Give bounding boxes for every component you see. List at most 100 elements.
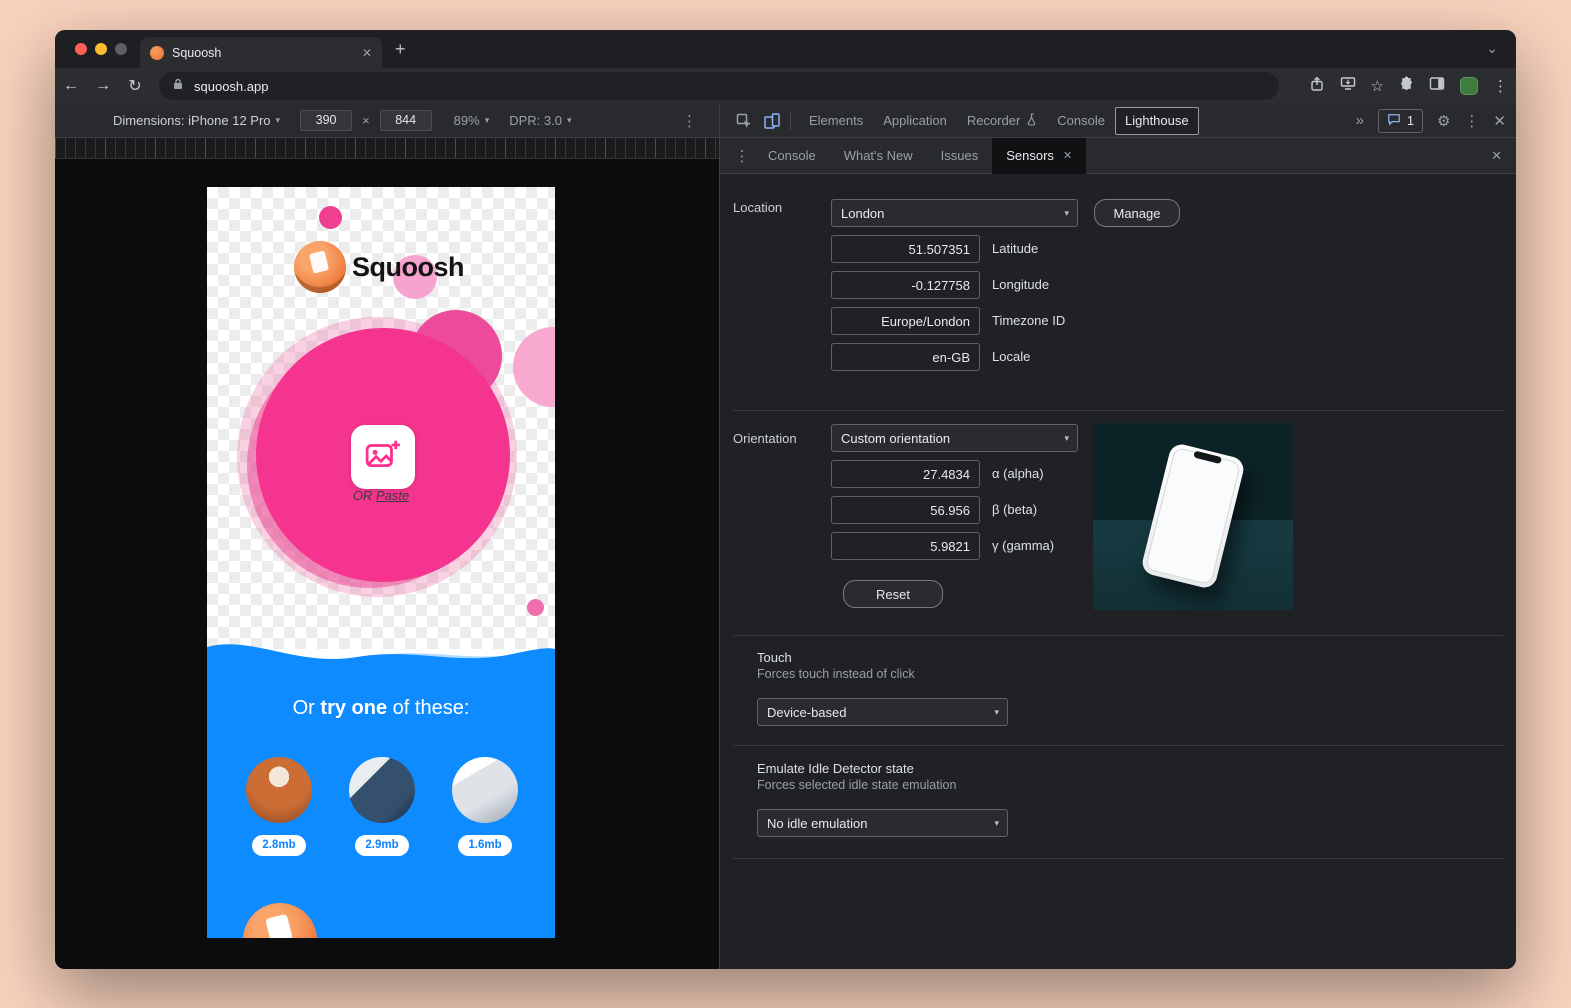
location-select[interactable]: London ▾ [831,199,1078,227]
try-one-heading: Or try one of these: [207,697,555,720]
tab-lighthouse[interactable]: Lighthouse [1115,107,1199,135]
share-icon[interactable] [1310,76,1325,97]
extensions-puzzle-icon[interactable] [1399,76,1414,96]
browser-tab[interactable]: Squoosh ✕ [140,37,382,68]
touch-select-value: Device-based [767,705,847,720]
bookmark-star-icon[interactable]: ☆ [1371,77,1384,95]
touch-title: Touch [757,650,792,665]
device-toolbar-menu-kebab-icon[interactable]: ⋮ [682,112,697,130]
more-tabs-chevron-icon[interactable]: » [1356,112,1364,129]
select-chevron-icon: ▾ [1064,433,1069,444]
tab-label: Elements [809,113,863,128]
dpr-select[interactable]: DPR: 3.0 [509,113,562,128]
tab-close-icon[interactable]: ✕ [362,46,372,60]
tab-label: Application [883,113,947,128]
beta-input[interactable]: 56.956 [831,496,980,524]
sample-image-phone[interactable] [452,757,518,823]
titlebar: Squoosh ✕ + ⌄ [55,30,1516,68]
drawer-tab-label: Console [768,148,816,163]
desktop-background: Squoosh ✕ + ⌄ ← → ↻ squoosh.app [0,0,1571,1008]
zoom-window-button[interactable] [115,43,127,55]
idle-emulation-select[interactable]: No idle emulation ▾ [757,809,1008,837]
device-emulation-pane: Dimensions: iPhone 12 Pro ▾ 390 × 844 89… [55,104,720,969]
navigation-bar: ← → ↻ squoosh.app ☆ [55,68,1516,104]
tab-search-chevron-icon[interactable]: ⌄ [1486,40,1498,57]
horizontal-ruler [55,138,719,159]
select-chevron-icon: ▾ [1064,208,1069,219]
sample-size-badge: 2.9mb [355,835,409,856]
forward-icon[interactable]: → [87,77,119,95]
timezone-input[interactable]: Europe/London [831,307,980,335]
new-tab-button[interactable]: + [395,37,406,61]
issues-count: 1 [1407,114,1414,128]
squoosh-logo-text: Squoosh [352,241,464,293]
orientation-phone-preview[interactable] [1093,423,1293,610]
select-chevron-icon: ▾ [994,707,999,718]
devtools-pane: Elements Application Recorder Console Li… [720,104,1516,969]
section-divider [733,635,1503,636]
lock-icon [171,77,185,96]
add-image-button[interactable] [351,425,415,489]
squoosh-logo-icon [243,903,317,938]
device-width-input[interactable]: 390 [300,110,352,131]
sample-image-panda[interactable] [246,757,312,823]
drawer-close-icon[interactable]: ✕ [1491,148,1502,164]
alpha-label: α (alpha) [992,460,1044,488]
locale-input[interactable]: en-GB [831,343,980,371]
pink-blob [527,599,544,616]
profile-avatar[interactable] [1460,77,1478,95]
device-toolbar-toggle-icon[interactable] [758,113,786,129]
squoosh-favicon-icon [150,46,164,60]
longitude-input[interactable]: -0.127758 [831,271,980,299]
reload-icon[interactable]: ↻ [119,76,151,96]
drawer-tab-sensors[interactable]: Sensors ✕ [992,138,1086,174]
browser-menu-kebab-icon[interactable]: ⋮ [1493,77,1508,95]
reset-button[interactable]: Reset [843,580,943,608]
tab-application[interactable]: Application [873,104,957,138]
device-screen: Squoosh OR Paste [207,187,555,938]
gamma-label: γ (gamma) [992,532,1054,560]
paste-link[interactable]: Paste [376,488,409,503]
orientation-select[interactable]: Custom orientation ▾ [831,424,1078,452]
pink-blob [319,206,342,229]
settings-gear-icon[interactable]: ⚙ [1437,112,1450,130]
devtools-menu-kebab-icon[interactable]: ⋮ [1464,112,1479,130]
latitude-input[interactable]: 51.507351 [831,235,980,263]
inspect-element-icon[interactable] [730,113,758,129]
tab-recorder[interactable]: Recorder [957,104,1047,138]
devtools-close-icon[interactable]: ✕ [1493,112,1506,130]
side-panel-icon[interactable] [1429,76,1445,96]
dimensions-times-label: × [362,113,370,128]
device-height-input[interactable]: 844 [380,110,432,131]
manage-button[interactable]: Manage [1094,199,1180,227]
alpha-input[interactable]: 27.4834 [831,460,980,488]
device-toolbar: Dimensions: iPhone 12 Pro ▾ 390 × 844 89… [55,104,719,138]
tab-elements[interactable]: Elements [799,104,873,138]
sensors-tab-close-icon[interactable]: ✕ [1063,149,1072,162]
image-add-icon [365,439,401,476]
traffic-lights [75,43,127,55]
tab-console[interactable]: Console [1047,104,1115,138]
drawer-tab-label: Sensors [1006,148,1054,163]
idle-detector-title: Emulate Idle Detector state [757,761,914,776]
longitude-label: Longitude [992,271,1049,299]
device-type-select[interactable]: Dimensions: iPhone 12 Pro [113,113,271,128]
gamma-input[interactable]: 5.9821 [831,532,980,560]
drawer-menu-kebab-icon[interactable]: ⋮ [730,147,754,165]
drawer-tab-console[interactable]: Console [754,138,830,174]
drawer-tab-whats-new[interactable]: What's New [830,138,927,174]
drawer-tab-label: Issues [941,148,979,163]
minimize-window-button[interactable] [95,43,107,55]
install-icon[interactable] [1340,76,1356,96]
back-icon[interactable]: ← [55,77,87,95]
try-prefix: Or [293,697,321,719]
issues-counter-button[interactable]: 1 [1378,109,1423,133]
close-window-button[interactable] [75,43,87,55]
drawer-tab-issues[interactable]: Issues [927,138,993,174]
address-bar[interactable]: squoosh.app [159,72,1279,100]
zoom-select[interactable]: 89% [454,113,480,128]
sample-image-artist[interactable] [349,757,415,823]
browser-window: Squoosh ✕ + ⌄ ← → ↻ squoosh.app [55,30,1516,969]
url-text: squoosh.app [194,79,268,94]
touch-select[interactable]: Device-based ▾ [757,698,1008,726]
